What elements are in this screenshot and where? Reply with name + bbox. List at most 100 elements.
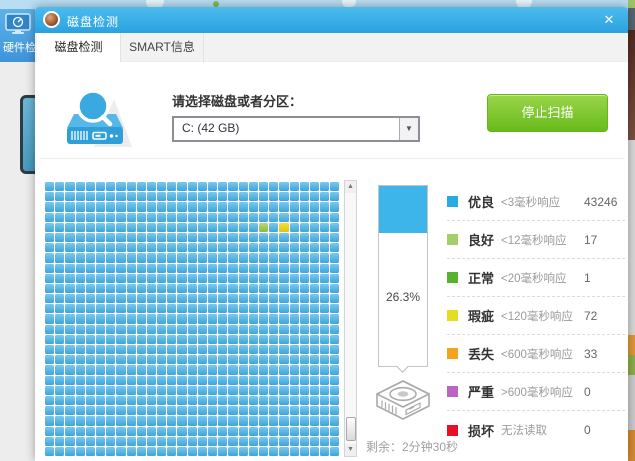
sector-cell (228, 233, 237, 242)
sector-cell (249, 406, 258, 415)
sector-cell (137, 365, 146, 374)
sector-cell (157, 264, 166, 273)
sector-cell (55, 192, 64, 201)
sector-cell (218, 396, 227, 405)
sector-cell (137, 192, 146, 201)
sector-cell (249, 192, 258, 201)
sector-cell (208, 396, 217, 405)
app-logo-icon (43, 11, 60, 28)
sector-cell (167, 416, 176, 425)
sector-cell (320, 213, 329, 222)
sector-cell (269, 335, 278, 344)
tab-disk-check[interactable]: 磁盘检测 (37, 33, 120, 63)
sector-cell (65, 213, 74, 222)
sector-cell (55, 447, 64, 456)
sector-cell (157, 396, 166, 405)
sector-cell (310, 396, 319, 405)
sector-cell (218, 386, 227, 395)
sector-cell (127, 376, 136, 385)
sector-cell (330, 345, 339, 354)
sector-cell (157, 202, 166, 211)
sector-cell (76, 274, 85, 283)
sector-cell (290, 406, 299, 415)
sector-cell (86, 365, 95, 374)
sector-cell (106, 416, 115, 425)
sector-cell (106, 406, 115, 415)
scroll-down-icon[interactable]: ▼ (345, 444, 356, 456)
disk-select[interactable]: C: (42 GB) ▼ (172, 116, 420, 142)
sector-cell (208, 376, 217, 385)
chevron-down-icon[interactable]: ▼ (399, 118, 418, 140)
sector-cell (198, 202, 207, 211)
sector-cell (218, 335, 227, 344)
tab-bar: 磁盘检测 SMART信息 (35, 33, 628, 62)
sector-cell (310, 274, 319, 283)
stop-scan-button[interactable]: 停止扫描 (487, 94, 608, 132)
sector-cell (167, 335, 176, 344)
sector-cell (76, 335, 85, 344)
sector-cell (106, 294, 115, 303)
sector-cell (279, 274, 288, 283)
close-icon[interactable]: ✕ (601, 12, 617, 28)
grid-scrollbar[interactable]: ▲ ▼ (344, 180, 357, 457)
sector-cell (330, 274, 339, 283)
sector-cell (157, 355, 166, 364)
legend-row: 瑕疵 <120毫秒响应 72 (447, 297, 625, 335)
sector-cell (259, 213, 268, 222)
sector-cell (116, 213, 125, 222)
sector-cell (290, 345, 299, 354)
sector-cell (218, 223, 227, 232)
sector-cell (290, 253, 299, 262)
sector-cell (45, 376, 54, 385)
sector-cell (65, 416, 74, 425)
sector-cell (249, 416, 258, 425)
sector-cell (269, 182, 278, 191)
sector-cell (55, 233, 64, 242)
sector-cell (65, 396, 74, 405)
sector-cell (76, 365, 85, 374)
sector-cell (198, 274, 207, 283)
sector-cell (65, 437, 74, 446)
scrollbar-thumb[interactable] (346, 417, 356, 441)
sector-cell (116, 386, 125, 395)
legend-row: 丢失 <600毫秒响应 33 (447, 335, 625, 373)
sector-cell (45, 345, 54, 354)
sector-cell (147, 345, 156, 354)
legend-swatch (447, 196, 458, 207)
sector-grid (45, 182, 339, 456)
tab-smart-info[interactable]: SMART信息 (120, 33, 204, 62)
sector-cell (96, 396, 105, 405)
sector-cell (137, 406, 146, 415)
sector-cell (249, 447, 258, 456)
sector-cell (55, 427, 64, 436)
sector-cell (228, 355, 237, 364)
sector-cell (228, 314, 237, 323)
sector-cell (228, 294, 237, 303)
sector-cell (198, 182, 207, 191)
sector-cell (279, 376, 288, 385)
sector-cell (249, 396, 258, 405)
sector-cell (218, 202, 227, 211)
sector-cell (208, 182, 217, 191)
sector-cell (147, 314, 156, 323)
sector-cell (239, 304, 248, 313)
sector-cell (228, 416, 237, 425)
sector-cell (290, 182, 299, 191)
sector-cell (157, 253, 166, 262)
sector-cell (188, 447, 197, 456)
sector-cell (55, 213, 64, 222)
sector-cell (218, 406, 227, 415)
sector-cell (320, 427, 329, 436)
progress-bar: 26.3% (378, 185, 428, 367)
sector-cell (86, 264, 95, 273)
background-tab-hardware[interactable]: 硬件检 (0, 9, 35, 62)
sector-cell (96, 447, 105, 456)
sector-cell (177, 376, 186, 385)
sector-cell (188, 345, 197, 354)
sector-cell (208, 447, 217, 456)
sector-cell (55, 284, 64, 293)
sector-cell (269, 213, 278, 222)
sector-cell (65, 223, 74, 232)
scroll-up-icon[interactable]: ▲ (345, 181, 356, 193)
sector-cell (157, 243, 166, 252)
